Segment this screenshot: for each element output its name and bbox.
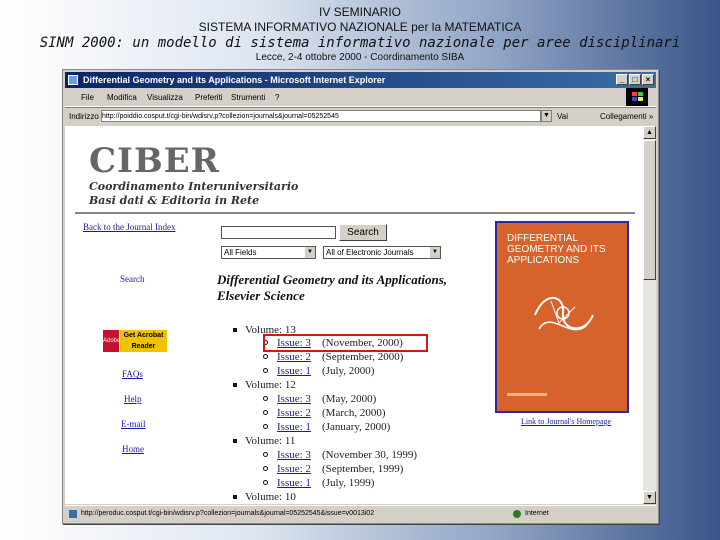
address-input[interactable]: http://poiddio.cosput.t/cgi-bin/wdisrv.p… [101,110,541,122]
circle-bullet-icon [263,354,268,359]
acrobat-label: Get Acrobat Reader [120,330,167,352]
menu-visualizza[interactable]: Visualizza [147,90,183,106]
seminar-topic: SINM 2000: un modello di sistema informa… [39,35,681,51]
faqs-link[interactable]: FAQs [122,369,143,379]
issue-link[interactable]: Issue: 3 [277,449,311,461]
menu-bar: File Modifica Visualizza Preferiti Strum… [65,90,656,107]
field-select[interactable]: All Fields ▼ [221,246,316,259]
windows-logo-icon [626,88,648,106]
scroll-down-icon[interactable]: ▼ [643,491,656,504]
home-link[interactable]: Home [122,444,144,454]
circle-bullet-icon [263,424,268,429]
minimize-button[interactable]: _ [616,74,628,85]
address-bar: Indirizzo http://poiddio.cosput.t/cgi-bi… [65,107,656,125]
issue-link[interactable]: Issue: 2 [277,463,311,475]
window-controls: _ □ × [615,74,654,86]
menu-preferiti[interactable]: Preferiti [195,90,223,106]
issue-link[interactable]: Issue: 3 [277,393,311,405]
bullet-icon [233,495,237,499]
cover-title: DIFFERENTIAL GEOMETRY AND ITS APPLICATIO… [507,233,606,266]
header-divider [75,212,635,214]
journal-cover: DIFFERENTIAL GEOMETRY AND ITS APPLICATIO… [495,221,629,413]
journal-select-value: All of Electronic Journals [326,248,414,257]
journal-title: Differential Geometry and its Applicatio… [217,272,448,287]
issue-link[interactable]: Issue: 2 [277,351,311,363]
bullet-icon [233,383,237,387]
address-dropdown-icon[interactable]: ▼ [541,110,552,122]
bullet-icon [233,328,237,332]
journal-select[interactable]: All of Electronic Journals ▼ [323,246,441,259]
circle-bullet-icon [263,452,268,457]
menu-strumenti[interactable]: Strumenti [231,90,265,106]
ciber-logo: CIBER [89,141,220,181]
circle-bullet-icon [263,396,268,401]
back-to-index-link[interactable]: Back to the Journal Index [83,222,175,232]
search-input[interactable] [221,226,336,239]
issue-link[interactable]: Issue: 1 [277,365,311,377]
circle-bullet-icon [263,368,268,373]
help-link[interactable]: Help [124,394,142,404]
highlight-box [263,334,428,352]
page-content: CIBER Coordinamento Interuniversitario B… [65,126,643,504]
status-bar: http://peroduc.cosput.t/cgi-bin/wdisrv.p… [65,505,656,522]
ciber-subtitle-1: Coordinamento Interuniversitario [89,180,299,193]
address-label: Indirizzo [69,112,99,121]
field-select-value: All Fields [224,248,257,257]
email-link[interactable]: E-mail [121,419,146,429]
window-title: Differential Geometry and its Applicatio… [83,75,386,85]
vertical-scrollbar[interactable]: ▲ ▼ [643,126,656,504]
bullet-icon [233,439,237,443]
circle-bullet-icon [263,410,268,415]
ie-icon [68,75,78,85]
issue-link[interactable]: Issue: 2 [277,407,311,419]
journal-publisher: Elsevier Science [217,288,305,303]
seminar-title: IV SEMINARIO [318,5,401,19]
page-icon [69,510,77,518]
seminar-location: Lecce, 2-4 ottobre 2000 - Coordinamento … [255,52,465,63]
menu-file[interactable]: File [81,90,94,106]
ciber-subtitle-2: Basi dati & Editoria in Rete [89,194,260,207]
circle-bullet-icon [263,466,268,471]
adobe-icon: Adobe [103,330,120,352]
cover-illustration-icon [534,296,594,331]
circle-bullet-icon [263,480,268,485]
security-zone: Internet [525,510,549,517]
cover-footer-bar [507,393,547,396]
globe-icon [513,510,521,518]
scroll-thumb[interactable] [643,140,656,280]
get-acrobat-button[interactable]: Adobe Get Acrobat Reader [103,330,167,352]
scroll-up-icon[interactable]: ▲ [643,126,656,139]
maximize-button[interactable]: □ [629,74,641,85]
search-link[interactable]: Search [120,274,145,284]
links-button[interactable]: Collegamenti » [600,108,653,125]
title-bar[interactable]: Differential Geometry and its Applicatio… [65,72,656,88]
journal-homepage-link[interactable]: Link to Journal's Homepage [521,417,611,426]
search-button[interactable]: Search [339,224,387,241]
status-url: http://peroduc.cosput.t/cgi-bin/wdisrv.p… [81,510,375,517]
issue-link[interactable]: Issue: 1 [277,477,311,489]
go-button[interactable]: Vai [557,108,568,125]
browser-window: Differential Geometry and its Applicatio… [62,69,659,524]
menu-modifica[interactable]: Modifica [107,90,137,106]
close-button[interactable]: × [642,74,654,85]
menu-help[interactable]: ? [275,90,279,106]
seminar-subtitle: SISTEMA INFORMATIVO NAZIONALE per la MAT… [198,20,522,34]
issue-link[interactable]: Issue: 1 [277,421,311,433]
chevron-down-icon: ▼ [430,247,440,258]
chevron-down-icon: ▼ [305,247,315,258]
